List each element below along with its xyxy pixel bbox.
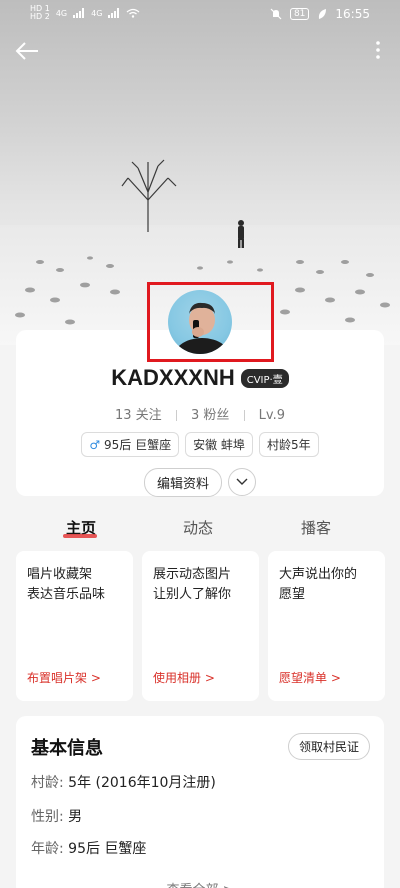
info-row-age: 年龄: 95后 巨蟹座 [31, 838, 146, 858]
vip-badge[interactable]: CVIP·壹 [240, 368, 289, 388]
battery-level: 81 [293, 9, 306, 19]
feature-text-line: 大声说出你的 愿望 [279, 567, 358, 602]
sim2-label: HD 2 [30, 12, 50, 21]
tab-activity[interactable]: 动态 [183, 517, 213, 538]
chevron-down-icon [236, 478, 248, 485]
divider [175, 410, 177, 421]
info-row-village-age: 村龄: 5年 (2016年10月注册) [31, 772, 216, 792]
battery-icon: 81 [289, 8, 310, 20]
signal1-label: 4G [55, 8, 68, 18]
expand-button[interactable] [228, 468, 256, 496]
info-key: 性别: [31, 809, 64, 825]
info-value: 男 [68, 809, 83, 825]
edit-row: 编辑资料 [16, 468, 384, 497]
signal-bars-icon [73, 8, 85, 18]
info-key: 年龄: [31, 841, 64, 857]
feature-card-text: 大声说出你的 愿望 [279, 565, 379, 605]
leaf-icon [319, 9, 327, 19]
back-button[interactable] [12, 36, 42, 66]
feature-card-text: 展示动态图片 让别人了解你 [153, 565, 253, 605]
mute-bell-icon [270, 8, 282, 20]
tree-silhouette [121, 159, 177, 232]
status-right: 81 16:55 [270, 7, 370, 21]
feature-card-wishlist[interactable]: 大声说出你的 愿望 愿望清单 > [268, 551, 385, 701]
feature-text-line: 展示动态图片 让别人了解你 [153, 567, 232, 602]
tag-age-zodiac: ♂ 95后 巨蟹座 [81, 432, 180, 457]
nickname: KADXXXNH [111, 365, 235, 390]
feature-card-link[interactable]: 愿望清单 > [279, 669, 341, 686]
signal2-label: 4G [91, 8, 103, 18]
divider [243, 410, 245, 421]
wifi-icon [126, 8, 140, 18]
user-level[interactable]: Lv.9 [259, 408, 285, 423]
following-count[interactable]: 13 关注 [115, 408, 162, 423]
clock: 16:55 [335, 7, 370, 21]
view-all-link[interactable]: 查看全部 > [16, 879, 384, 888]
info-row-gender: 性别: 男 [31, 806, 82, 826]
edit-profile-button[interactable]: 编辑资料 [143, 468, 222, 497]
arrow-left-icon [15, 42, 38, 60]
signal-indicators: HD 1 HD 2 4G 4G [30, 5, 140, 21]
walking-person-silhouette [238, 220, 244, 248]
tag-location: 安徽 蚌埠 [185, 432, 253, 457]
stats-row: 13 关注 3 粉丝 Lv.9 [16, 404, 384, 423]
avatar-highlight-frame [147, 282, 274, 362]
male-icon: ♂ [89, 438, 101, 452]
claim-villager-card-button[interactable]: 领取村民证 [287, 733, 370, 760]
more-options-button[interactable] [370, 38, 386, 64]
feature-text-line: 唱片收藏架 表达音乐品味 [27, 567, 106, 602]
active-tab-indicator [63, 534, 97, 538]
feature-card-link[interactable]: 使用相册 > [153, 669, 215, 686]
basic-info-card: 基本信息 领取村民证 村龄: 5年 (2016年10月注册) 性别: 男 年龄:… [16, 716, 384, 888]
profile-tags: ♂ 95后 巨蟹座 安徽 蚌埠 村龄5年 [16, 432, 384, 457]
info-value: 5年 (2016年10月注册) [68, 775, 216, 791]
signal-bars-icon [108, 8, 120, 18]
info-key: 村龄: [31, 775, 64, 791]
tab-podcast[interactable]: 播客 [301, 517, 331, 538]
more-vertical-icon [376, 41, 380, 59]
basic-info-title: 基本信息 [31, 738, 103, 759]
feature-card-records[interactable]: 唱片收藏架 表达音乐品味 布置唱片架 > [16, 551, 133, 701]
feature-card-album[interactable]: 展示动态图片 让别人了解你 使用相册 > [142, 551, 259, 701]
tag-label: 95后 巨蟹座 [104, 438, 172, 452]
tag-village-age: 村龄5年 [258, 432, 319, 457]
feature-card-link[interactable]: 布置唱片架 > [27, 669, 101, 686]
feature-card-text: 唱片收藏架 表达音乐品味 [27, 565, 127, 605]
status-bar: HD 1 HD 2 4G 4G 81 16:55 [0, 0, 400, 30]
fans-count[interactable]: 3 粉丝 [191, 408, 229, 423]
info-value: 95后 巨蟹座 [68, 841, 147, 857]
nickname-row: KADXXXNH CVIP·壹 [16, 365, 384, 391]
